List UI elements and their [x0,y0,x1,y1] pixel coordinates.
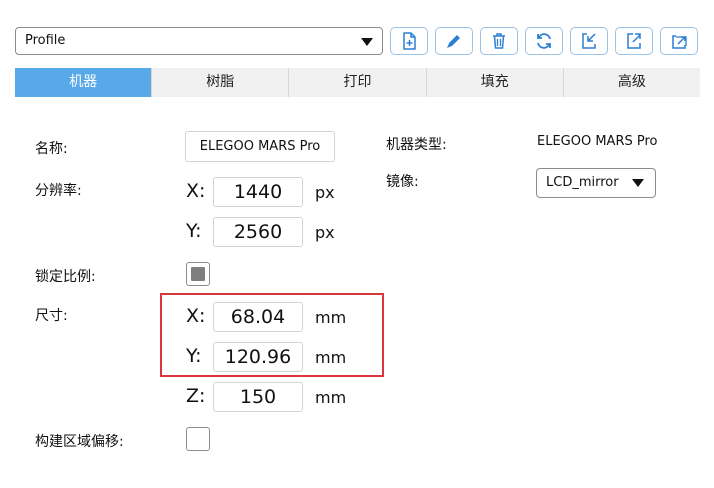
size-y-unit: mm [315,348,347,367]
export-profile-button[interactable] [615,27,653,55]
resolution-label: 分辨率: [35,183,82,199]
resolution-x-label: X: [186,180,206,202]
lock-ratio-label: 锁定比例: [35,269,96,285]
trash-icon [493,33,505,49]
tab-fill[interactable]: 填充 [427,68,564,97]
tab-advanced[interactable]: 高级 [564,68,700,97]
machine-name-field[interactable]: ELEGOO MARS Pro [185,131,335,162]
pencil-icon [447,35,460,48]
size-y-input[interactable]: 120.96 [213,342,303,372]
delete-profile-button[interactable] [480,27,518,55]
profile-dropdown-value: Profile [25,33,66,48]
machine-type-label: 机器类型: [386,137,447,153]
share-profile-button[interactable] [660,27,698,55]
tab-print[interactable]: 打印 [289,68,427,97]
lock-ratio-checkbox[interactable] [186,262,210,286]
mirror-label: 镜像: [386,174,419,190]
file-plus-icon [403,32,416,50]
import-icon [582,33,596,49]
tab-machine[interactable]: 机器 [15,68,153,97]
edit-profile-button[interactable] [435,27,473,55]
resolution-y-unit: px [315,223,335,242]
machine-type-value: ELEGOO MARS Pro [537,134,658,149]
size-y-label: Y: [186,345,202,367]
export-icon [627,33,641,49]
name-label: 名称: [35,141,68,157]
tab-resin[interactable]: 树脂 [152,68,290,97]
mirror-dropdown[interactable]: LCD_mirror [536,168,656,198]
size-x-input[interactable]: 68.04 [213,302,303,332]
import-profile-button[interactable] [570,27,608,55]
settings-tabs: 机器 树脂 打印 填充 高级 [15,68,700,97]
new-profile-button[interactable] [390,27,428,55]
profile-dropdown[interactable]: Profile [15,27,383,55]
refresh-profile-button[interactable] [525,27,563,55]
resolution-x-input[interactable]: 1440 [213,177,303,207]
build-offset-label: 构建区域偏移: [35,434,124,450]
chevron-down-icon [632,179,644,187]
mirror-dropdown-value: LCD_mirror [546,175,619,190]
size-x-label: X: [186,305,206,327]
refresh-icon [537,33,551,49]
size-label: 尺寸: [35,308,68,324]
chevron-down-icon [361,38,373,46]
size-x-unit: mm [315,308,347,327]
resolution-x-unit: px [315,183,335,202]
share-icon [672,35,687,49]
size-z-input[interactable]: 150 [213,382,303,412]
size-z-unit: mm [315,388,347,407]
resolution-y-input[interactable]: 2560 [213,217,303,247]
resolution-y-label: Y: [186,220,202,242]
checkbox-checked-indicator [191,267,205,281]
size-z-label: Z: [186,385,206,407]
build-offset-checkbox[interactable] [186,427,210,451]
